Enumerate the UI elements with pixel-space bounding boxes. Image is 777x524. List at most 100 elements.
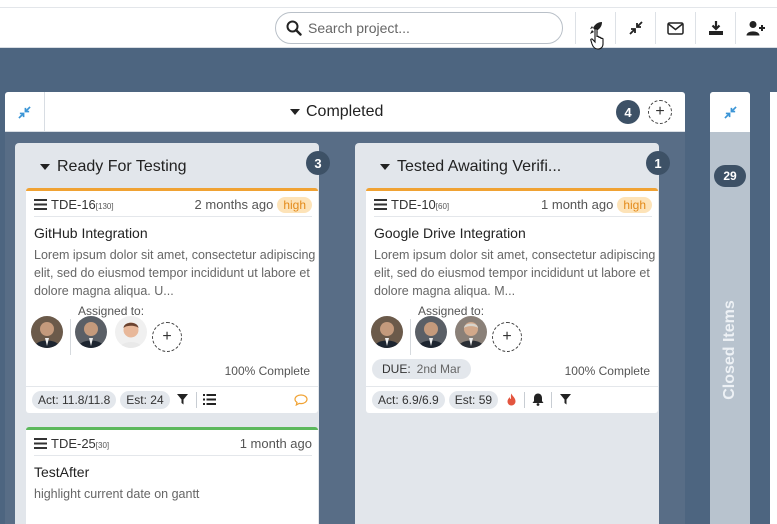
footer-divider: [551, 391, 553, 408]
column-title[interactable]: Ready For Testing: [40, 158, 187, 176]
plus-icon: +: [502, 328, 512, 345]
actual-hours: Act: 6.9/6.9: [372, 390, 445, 409]
filter-button[interactable]: [556, 391, 574, 409]
collapse-button[interactable]: [615, 12, 655, 44]
footer-divider: [524, 391, 526, 408]
avatar-divider: [410, 319, 411, 355]
hand-cursor-icon: [590, 28, 604, 50]
assign-user-button[interactable]: +: [152, 322, 182, 352]
card-title: Google Drive Integration: [374, 225, 526, 241]
collapse-icon: [18, 105, 31, 119]
card-description: Lorem ipsum dolor sit amet, consectetur …: [374, 248, 656, 298]
due-date-badge: DUE: 2nd Mar: [372, 359, 471, 379]
estimate-hours: Est: 59: [448, 390, 499, 409]
add-user-button[interactable]: [735, 12, 775, 44]
closed-expand-button[interactable]: [710, 92, 750, 132]
search-input[interactable]: [308, 20, 548, 36]
top-toolbar: [0, 0, 777, 50]
closed-items-panel[interactable]: 29 Closed Items: [710, 92, 750, 524]
card-age: 2 months ago: [194, 197, 274, 212]
task-card[interactable]: TDE-16[130] 2 months ago high GitHub Int…: [26, 188, 318, 413]
actual-hours: Act: 11.8/11.8: [32, 390, 117, 409]
column-title-label: Ready For Testing: [57, 158, 187, 175]
list-icon: [203, 394, 217, 405]
group-title[interactable]: Completed: [290, 103, 383, 121]
priority-badge: high: [617, 196, 652, 213]
top-strip: [0, 0, 777, 8]
plus-icon: +: [655, 103, 665, 120]
card-id[interactable]: TDE-25[30]: [51, 436, 109, 451]
priority-badge: high: [277, 196, 312, 213]
card-points: [60]: [435, 202, 450, 211]
card-id[interactable]: TDE-10[60]: [391, 197, 449, 212]
card-footer: Act: 11.8/11.8 Est: 24: [26, 386, 318, 412]
card-title: GitHub Integration: [34, 225, 148, 241]
card-title: TestAfter: [34, 464, 90, 480]
card-description: Lorem ipsum dolor sit amet, consectetur …: [34, 248, 316, 298]
group-collapse-button[interactable]: [5, 92, 45, 132]
group-title-label: Completed: [306, 103, 384, 120]
comments-button[interactable]: [292, 391, 310, 409]
column-tested-awaiting-verification: Tested Awaiting Verifi... 1 TDE-10[60] 1…: [355, 143, 670, 524]
avatar[interactable]: [115, 316, 147, 348]
card-footer: Act: 6.9/6.9 Est: 59: [366, 386, 658, 412]
bell-icon: [532, 393, 544, 406]
avatar[interactable]: [75, 316, 107, 348]
notifications-button[interactable]: [529, 391, 547, 409]
task-card[interactable]: TDE-25[30] 1 month ago TestAfter highlig…: [26, 427, 318, 524]
search-box[interactable]: [275, 12, 563, 44]
caret-down-icon: [40, 164, 50, 170]
avatar[interactable]: [415, 316, 447, 348]
closed-items-label: Closed Items: [721, 300, 738, 400]
completion-text: 100% Complete: [224, 364, 310, 378]
avatar[interactable]: [371, 316, 403, 348]
closed-count-badge: 29: [714, 165, 746, 187]
group-add-button[interactable]: +: [648, 100, 672, 124]
due-label: DUE:: [382, 362, 411, 376]
card-description: highlight current date on gantt: [34, 487, 200, 501]
group-header: Completed 4 +: [5, 92, 685, 132]
filter-button[interactable]: [174, 391, 192, 409]
group-count-badge: 4: [616, 100, 640, 124]
next-column-edge: [770, 92, 777, 524]
collapse-icon: [723, 105, 737, 119]
avatar[interactable]: [31, 316, 63, 348]
task-list-icon: [34, 199, 47, 210]
due-date: 2nd Mar: [416, 362, 461, 376]
filter-icon: [559, 394, 571, 405]
add-user-icon: [746, 21, 765, 36]
avatar[interactable]: [455, 316, 487, 348]
messages-button[interactable]: [655, 12, 695, 44]
column-title[interactable]: Tested Awaiting Verifi...: [380, 158, 561, 176]
search-icon: [286, 20, 302, 36]
column-title-label: Tested Awaiting Verifi...: [397, 158, 562, 175]
footer-divider: [195, 391, 197, 408]
task-list-icon: [374, 199, 387, 210]
subtasks-button[interactable]: [201, 391, 219, 409]
download-icon: [708, 21, 723, 35]
download-button[interactable]: [695, 12, 735, 44]
envelope-icon: [667, 21, 684, 35]
task-list-icon: [34, 438, 47, 449]
card-header: TDE-16[130] 2 months ago high: [34, 196, 312, 217]
card-points: [130]: [95, 202, 114, 211]
column-count-badge: 1: [646, 151, 670, 175]
caret-down-icon: [380, 164, 390, 170]
avatar-divider: [70, 319, 71, 355]
filter-icon: [177, 394, 189, 405]
plus-icon: +: [162, 328, 172, 345]
comment-icon: [294, 393, 308, 406]
column-count-badge: 3: [306, 151, 330, 175]
card-header: TDE-10[60] 1 month ago high: [374, 196, 652, 217]
task-card[interactable]: TDE-10[60] 1 month ago high Google Drive…: [366, 188, 658, 413]
card-age: 1 month ago: [239, 436, 312, 451]
card-points: [30]: [95, 441, 110, 450]
fire-icon: [507, 393, 516, 406]
burn-button[interactable]: [502, 391, 520, 409]
column-ready-for-testing: Ready For Testing 3 TDE-16[130] 2 months…: [15, 143, 330, 524]
assign-user-button[interactable]: +: [492, 322, 522, 352]
estimate-hours: Est: 24: [120, 390, 170, 409]
card-id[interactable]: TDE-16[130]: [51, 197, 114, 212]
caret-down-icon: [290, 109, 300, 115]
card-header: TDE-25[30] 1 month ago: [34, 436, 312, 456]
